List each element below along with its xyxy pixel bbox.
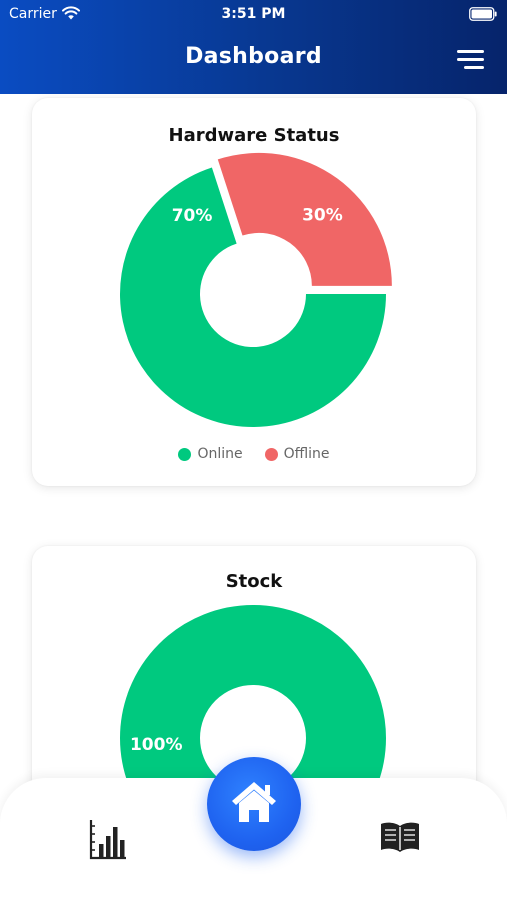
legend-dot-offline [264, 447, 278, 461]
home-icon [232, 782, 276, 822]
status-bar: Carrier 3:51 PM [0, 0, 507, 28]
home-button[interactable] [207, 757, 301, 851]
status-time: 3:51 PM [221, 6, 286, 22]
legend-dot-online [178, 447, 192, 461]
pie-slice-label: 70% [172, 206, 213, 226]
hardware-status-card: Hardware Status 70% 30% Online Offline [32, 98, 476, 486]
legend-item-offline[interactable]: Offline [264, 446, 330, 462]
legend-label-online: Online [197, 446, 243, 462]
app-header: Carrier 3:51 PM Dashboard [0, 0, 507, 94]
bar-chart-icon[interactable] [89, 818, 127, 860]
page-title: Dashboard [185, 44, 322, 69]
legend-label-offline: Offline [283, 446, 330, 462]
pie-slice-label: 30% [302, 205, 343, 225]
pie-slice-label: 100% [130, 735, 183, 755]
chart-legend: Online Offline [32, 446, 476, 462]
hamburger-menu-icon[interactable] [457, 50, 484, 70]
legend-item-online[interactable]: Online [178, 446, 243, 462]
book-icon[interactable] [379, 820, 421, 854]
battery-icon [469, 7, 497, 21]
hardware-status-pie-chart: 70% 30% [120, 152, 392, 427]
